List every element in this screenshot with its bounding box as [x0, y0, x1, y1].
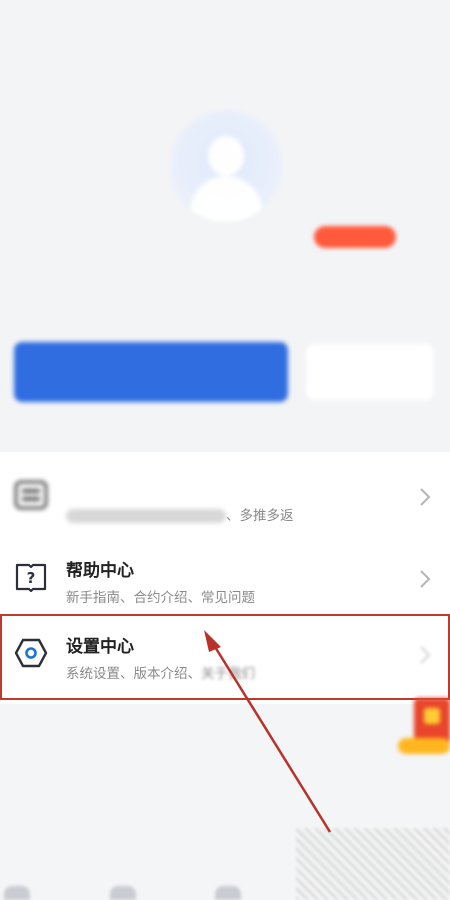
annotation-arrow-line — [210, 641, 332, 833]
annotation-arrow-head — [204, 630, 221, 652]
annotation-arrow — [204, 630, 332, 833]
